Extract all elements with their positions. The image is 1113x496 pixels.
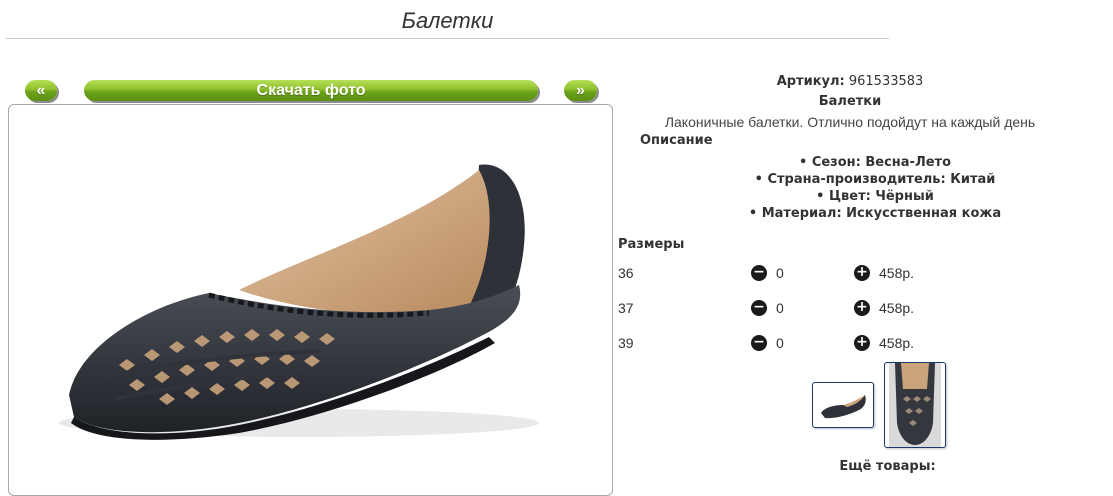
size-value: 39 <box>618 335 634 351</box>
quantity-value: 0 <box>776 335 784 351</box>
description-heading: Описание <box>640 133 713 148</box>
ballet-flat-image <box>59 164 539 440</box>
product-photo <box>8 104 613 496</box>
price-value: 458р. <box>879 335 915 351</box>
shoe-top-thumbnail-image <box>889 363 941 447</box>
download-photo-button[interactable]: Скачать фото <box>84 80 538 101</box>
property-material: Материал: Искусственная кожа <box>615 205 1113 222</box>
article-label: Артикул: <box>776 74 845 89</box>
price-value: 458р. <box>879 265 915 281</box>
plus-icon[interactable]: + <box>854 265 870 281</box>
plus-icon[interactable]: + <box>854 300 870 316</box>
minus-icon[interactable]: − <box>751 335 767 351</box>
prev-photo-button[interactable]: « <box>25 80 57 101</box>
minus-icon[interactable]: − <box>751 300 767 316</box>
property-color: Цвет: Чёрный <box>615 188 1113 205</box>
sizes-heading: Размеры <box>618 237 685 252</box>
price-value: 458р. <box>879 300 915 316</box>
properties-list: Сезон: Весна-Лето Страна-производитель: … <box>615 154 1113 222</box>
photo-thumbnail-top[interactable] <box>884 362 946 448</box>
plus-icon[interactable]: + <box>854 335 870 351</box>
article-value: 961533583 <box>848 74 924 89</box>
minus-icon[interactable]: − <box>751 265 767 281</box>
product-name: Балетки <box>818 94 882 109</box>
page-title: Балетки <box>401 8 494 33</box>
property-season: Сезон: Весна-Лето <box>615 154 1113 171</box>
more-products-heading: Ещё товары: <box>839 459 936 474</box>
photo-thumbnail-side[interactable] <box>812 382 874 428</box>
size-row: 37 − 0 + 458р. <box>618 298 1088 318</box>
size-value: 36 <box>618 265 634 281</box>
property-country: Страна-производитель: Китай <box>615 171 1113 188</box>
quantity-value: 0 <box>776 265 784 281</box>
title-divider <box>6 38 889 39</box>
size-value: 37 <box>618 300 634 316</box>
shoe-thumbnail-image <box>821 395 866 419</box>
size-row: 39 − 0 + 458р. <box>618 333 1088 353</box>
article-line: Артикул: 961533583 <box>615 74 1085 89</box>
product-short-description: Лаконичные балетки. Отлично подойдут на … <box>664 114 1036 130</box>
size-row: 36 − 0 + 458р. <box>618 263 1088 283</box>
quantity-value: 0 <box>776 300 784 316</box>
next-photo-button[interactable]: » <box>564 80 597 101</box>
